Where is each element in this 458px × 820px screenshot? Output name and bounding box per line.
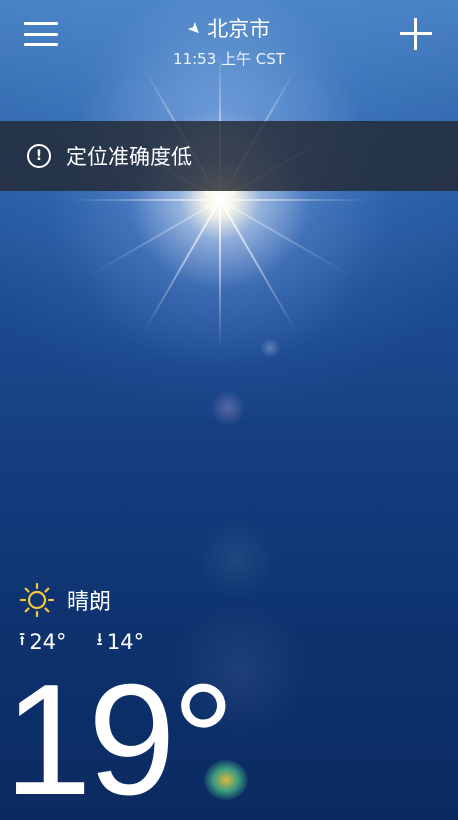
top-bar: ➤北京市 11:53 上午 CST <box>0 0 458 80</box>
city-name: 北京市 <box>207 17 271 41</box>
current-condition: 晴朗 <box>19 582 111 618</box>
location-accuracy-alert[interactable]: ! 定位准确度低 <box>0 121 458 191</box>
alert-text: 定位准确度低 <box>66 145 192 169</box>
high-temp-value: 24° <box>29 630 67 654</box>
exclamation-circle-icon: ! <box>27 144 51 168</box>
current-temperature: 19° <box>4 652 235 820</box>
location-arrow-icon: ➤ <box>183 17 207 41</box>
sun-icon <box>19 582 55 618</box>
weather-screen: ➤北京市 11:53 上午 CST ! 定位准确度低 晴朗 ⭱ 24° ⭳ 14… <box>0 0 458 820</box>
low-temp-value: 14° <box>106 630 145 654</box>
condition-text: 晴朗 <box>67 590 112 615</box>
local-time: 11:53 上午 CST <box>173 50 285 68</box>
location-title[interactable]: ➤北京市 <box>0 16 458 42</box>
plus-icon[interactable] <box>400 18 432 50</box>
